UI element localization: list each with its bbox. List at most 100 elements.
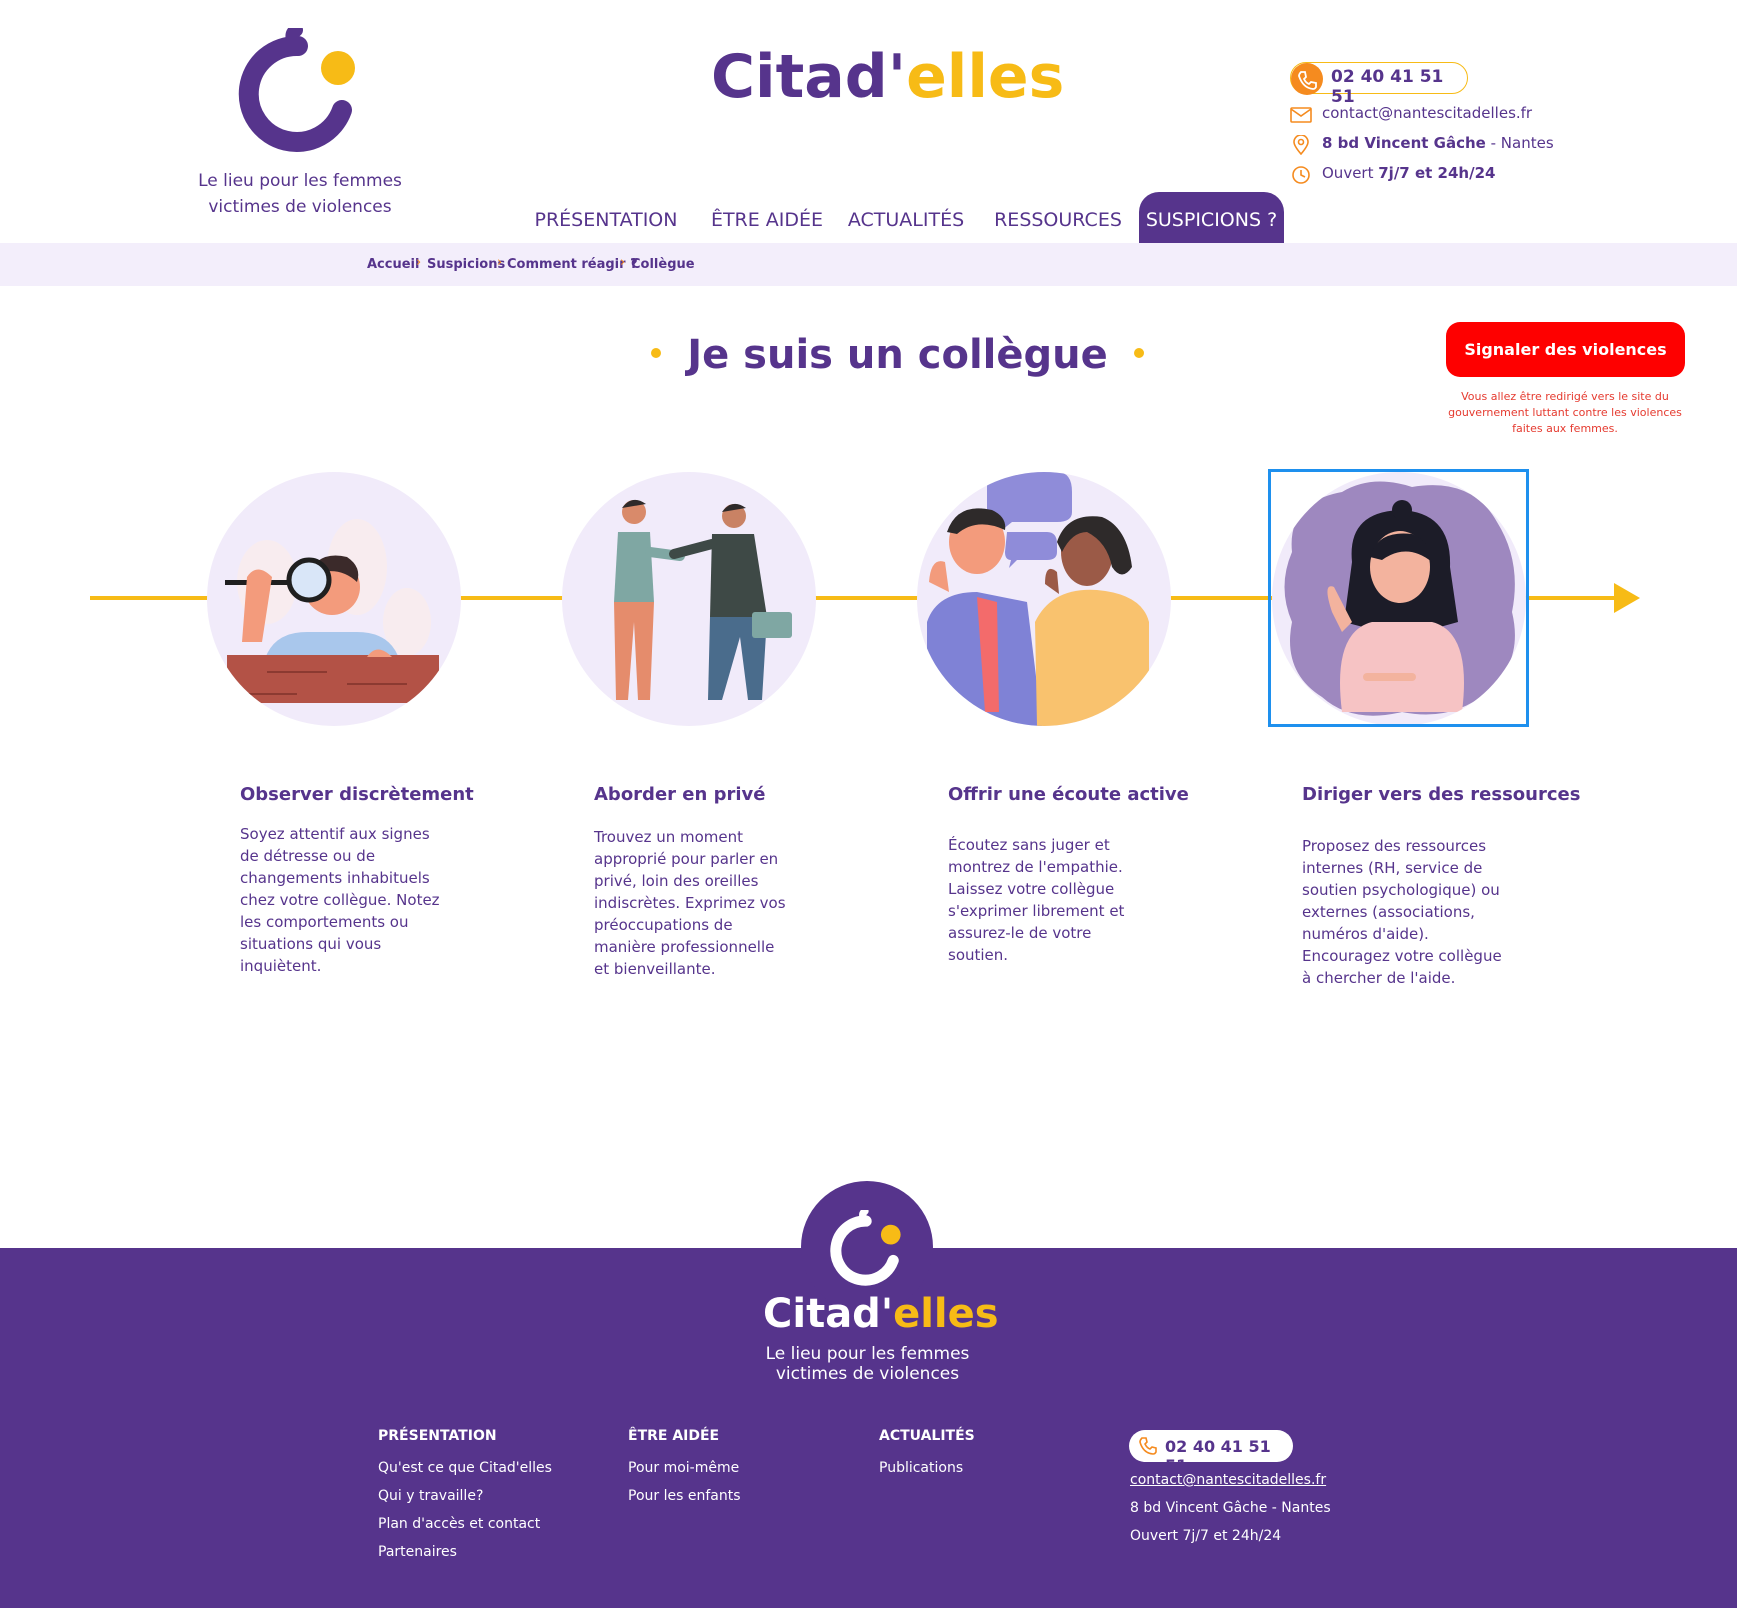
footer-tagline: Le lieu pour les femmes victimes de viol… — [740, 1344, 995, 1384]
header-email: contact@nantescitadelles.fr — [1322, 104, 1533, 122]
breadcrumb-collegue: Collègue — [631, 257, 695, 272]
step-2-text-line: préoccupations de — [594, 916, 733, 934]
footer-heading-etre-aidee[interactable]: ÊTRE AIDÉE — [628, 1428, 719, 1444]
breadcrumb-suspicions[interactable]: Suspicions — [427, 257, 505, 272]
step-3-text-line: s'exprimer librement et — [948, 902, 1125, 920]
footer-link[interactable]: Pour moi-même — [628, 1460, 739, 1476]
step-4-text-line: Encouragez votre collègue — [1302, 947, 1502, 965]
step-2-text: Trouvez un moment approprié pour parler … — [594, 826, 786, 980]
site-header: Le lieu pour les femmes victimes de viol… — [0, 0, 1737, 243]
step-4-text: Proposez des ressources internes (RH, se… — [1302, 835, 1502, 989]
step-1-text-line: Soyez attentif aux signes — [240, 825, 430, 843]
logo-tagline-line2: victimes de violences — [208, 197, 392, 217]
nav-item-suspicions[interactable]: SUSPICIONS ? — [1139, 192, 1284, 243]
clock-icon — [1292, 166, 1310, 184]
step-1-illustration — [207, 472, 461, 726]
breadcrumb-accueil[interactable]: Accueil — [367, 257, 419, 272]
footer-brand-part1: Citad' — [763, 1291, 894, 1337]
footer-link[interactable]: Publications — [879, 1460, 963, 1476]
step-4-text-line: Proposez des ressources — [1302, 837, 1487, 855]
nav-item-actualites[interactable]: ACTUALITÉS — [838, 192, 974, 243]
header-address-street: 8 bd Vincent Gâche — [1322, 134, 1486, 152]
footer-tagline-line2: victimes de violences — [775, 1364, 960, 1384]
step-2-text-line: Trouvez un moment — [594, 828, 744, 846]
nav-item-ressources[interactable]: RESSOURCES — [986, 192, 1130, 243]
step-3-text: Écoutez sans juger et montrez de l'empat… — [948, 834, 1124, 966]
breadcrumb-comment-reagir[interactable]: Comment réagir ? — [507, 257, 638, 272]
step-2-title: Aborder en privé — [594, 784, 766, 805]
header-phone-number: 02 40 41 51 51 — [1331, 67, 1444, 107]
footer-tagline-line1: Le lieu pour les femmes — [765, 1344, 970, 1364]
title-dot-icon — [1133, 348, 1144, 358]
step-3-text-line: Laissez votre collègue — [948, 880, 1115, 898]
footer-address: 8 bd Vincent Gâche - Nantes — [1130, 1500, 1331, 1516]
location-pin-icon — [1293, 135, 1309, 155]
step-3-text-line: soutien. — [948, 946, 1009, 964]
footer-link[interactable]: Plan d'accès et contact — [378, 1516, 540, 1532]
brand-wordmark[interactable]: Citad'elles — [711, 42, 1064, 112]
step-2-illustration — [562, 472, 816, 726]
footer-link[interactable]: Partenaires — [378, 1544, 457, 1560]
step-1-text-line: inquiètent. — [240, 957, 322, 975]
footer-hours: Ouvert 7j/7 et 24h/24 — [1130, 1528, 1282, 1544]
step-4-text-line: à chercher de l'aide. — [1302, 969, 1456, 987]
phone-icon — [1139, 1437, 1157, 1455]
page-title-text: Je suis un collègue — [687, 332, 1108, 378]
step-1-text: Soyez attentif aux signes de détresse ou… — [240, 823, 440, 977]
logo-tagline: Le lieu pour les femmes victimes de viol… — [180, 168, 420, 220]
step-3-title: Offrir une écoute active — [948, 784, 1189, 805]
footer-link[interactable]: Pour les enfants — [628, 1488, 741, 1504]
mail-icon — [1290, 107, 1312, 123]
title-dot-icon — [651, 348, 662, 358]
step-2-text-line: approprié pour parler en — [594, 850, 779, 868]
step-1-text-line: situations qui vous — [240, 935, 382, 953]
step-4-text-line: soutien psychologique) ou — [1302, 881, 1500, 899]
step-2-text-line: indiscrètes. Exprimez vos — [594, 894, 786, 912]
breadcrumb-separator-icon: › — [497, 255, 503, 270]
nav-item-presentation[interactable]: PRÉSENTATION — [528, 192, 684, 243]
step-4-text-line: numéros d'aide). — [1302, 925, 1429, 943]
footer-link[interactable]: Qu'est ce que Citad'elles — [378, 1460, 552, 1476]
report-violence-button[interactable]: Signaler des violences — [1446, 322, 1685, 377]
nav-item-etre-aidee[interactable]: ÊTRE AIDÉE — [696, 192, 838, 243]
step-4-title: Diriger vers des ressources — [1302, 784, 1581, 805]
footer-phone-number: 02 40 41 51 51 — [1165, 1437, 1271, 1475]
footer-citadelles-logo-icon[interactable] — [828, 1210, 908, 1290]
citadelles-logo-icon[interactable] — [236, 28, 366, 158]
footer-heading-actualites[interactable]: ACTUALITÉS — [879, 1428, 975, 1444]
breadcrumb: Accueil › Suspicions › Comment réagir ? … — [0, 243, 1737, 286]
observer-magnifier-icon — [225, 519, 439, 703]
step-2-text-line: manière professionnelle — [594, 938, 775, 956]
step-1-title: Observer discrètement — [240, 784, 474, 805]
active-listening-icon — [927, 472, 1149, 726]
step-4-text-line: internes (RH, service de — [1302, 859, 1483, 877]
brand-part2: elles — [906, 42, 1065, 112]
report-redirect-note: Vous allez être redirigé vers le site du… — [1448, 390, 1682, 435]
private-talk-icon — [614, 499, 792, 700]
header-hours-value: 7j/7 et 24h/24 — [1378, 164, 1496, 182]
selected-item-frame — [1268, 469, 1529, 727]
brand-part1: Citad' — [711, 42, 907, 112]
step-1-text-line: chez votre collègue. Notez — [240, 891, 440, 909]
footer-email[interactable]: contact@nantescitadelles.fr — [1130, 1472, 1326, 1488]
step-2-text-line: et bienveillante. — [594, 960, 716, 978]
step-1-text-line: les comportements ou — [240, 913, 409, 931]
footer-phone-pill[interactable]: 02 40 41 51 51 — [1129, 1430, 1293, 1475]
header-hours-prefix: Ouvert — [1322, 164, 1379, 182]
step-1-text-line: changements inhabituels — [240, 869, 430, 887]
header-phone-pill[interactable]: 02 40 41 51 51 — [1290, 62, 1468, 107]
step-2-text-line: privé, loin des oreilles — [594, 872, 759, 890]
step-3-text-line: Écoutez sans juger et — [948, 836, 1110, 854]
footer-link[interactable]: Qui y travaille? — [378, 1488, 483, 1504]
breadcrumb-separator-icon: › — [620, 255, 626, 270]
footer-brand-wordmark: Citad'elles — [763, 1290, 999, 1338]
footer-brand-part2: elles — [893, 1291, 999, 1337]
header-address-city: - Nantes — [1485, 134, 1554, 152]
step-3-text-line: assurez-le de votre — [948, 924, 1092, 942]
step-4-text-line: externes (associations, — [1302, 903, 1475, 921]
logo-tagline-line1: Le lieu pour les femmes — [198, 171, 402, 191]
step-1-text-line: de détresse ou de — [240, 847, 376, 865]
step-3-text-line: montrez de l'empathie. — [948, 858, 1123, 876]
footer-heading-presentation[interactable]: PRÉSENTATION — [378, 1428, 497, 1444]
phone-icon — [1291, 63, 1323, 95]
